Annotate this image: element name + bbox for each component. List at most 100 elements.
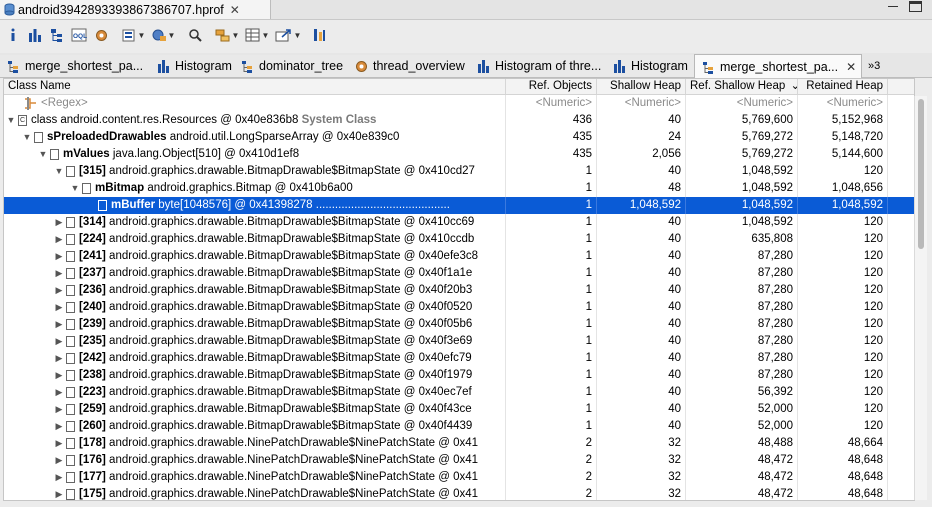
col-retained-heap[interactable]: Retained Heap [798, 79, 888, 94]
tab-thread-overview[interactable]: thread_overview [348, 55, 471, 77]
collapse-arrow-icon[interactable]: ▼ [22, 129, 32, 146]
tab-dominator-tree[interactable]: dominator_tree [234, 55, 349, 77]
retained-heap-value: 120 [798, 418, 888, 435]
object-icon [66, 421, 75, 432]
object-description: android.graphics.drawable.BitmapDrawable… [105, 369, 473, 381]
table-row[interactable]: ▶ [314] android.graphics.drawable.BitmapD… [4, 214, 914, 231]
shallow-filter-input[interactable]: <Numeric> [597, 95, 686, 112]
table-row[interactable]: ▼ mBitmap android.graphics.Bitmap @ 0x410… [4, 180, 914, 197]
object-icon [66, 217, 75, 228]
minimize-icon[interactable] [888, 1, 899, 10]
table-row[interactable]: ▶ [240] android.graphics.drawable.BitmapD… [4, 299, 914, 316]
expand-arrow-icon[interactable]: ▶ [54, 367, 64, 384]
expand-arrow-icon[interactable]: ▶ [54, 231, 64, 248]
expand-arrow-icon[interactable]: ▶ [54, 435, 64, 452]
ref-objects-value: 1 [506, 401, 597, 418]
maximize-icon[interactable] [909, 1, 922, 12]
table-row[interactable]: ▶ [238] android.graphics.drawable.BitmapD… [4, 367, 914, 384]
thread-overview-icon[interactable] [92, 25, 110, 45]
tab-histogram-1[interactable]: Histogram [150, 55, 235, 77]
expand-arrow-icon[interactable]: ▶ [54, 299, 64, 316]
tab-histogram-of-threads[interactable]: Histogram of thre... [470, 55, 607, 77]
ref-objects-value: 1 [506, 231, 597, 248]
shallow-heap-value: 40 [597, 333, 686, 350]
tab-merge-shortest-paths-1[interactable]: merge_shortest_pa... [0, 55, 151, 77]
run-report-icon[interactable]: ▼ [120, 25, 146, 45]
expand-arrow-icon[interactable]: ▶ [54, 486, 64, 500]
table-row[interactable]: ▶ [239] android.graphics.drawable.BitmapD… [4, 316, 914, 333]
close-icon[interactable]: ✕ [230, 3, 240, 17]
expand-arrow-icon[interactable]: ▶ [54, 316, 64, 333]
table-row[interactable]: ▼ Cclass android.content.res.Resources @ … [4, 112, 914, 129]
histogram-icon[interactable] [26, 25, 44, 45]
ref-objects-value: 1 [506, 265, 597, 282]
table-row[interactable]: ▶ [178] android.graphics.drawable.NinePat… [4, 435, 914, 452]
regex-filter-input[interactable]: <Regex> [4, 95, 506, 112]
table-row[interactable]: ▶ [235] android.graphics.drawable.BitmapD… [4, 333, 914, 350]
object-name: [241] android.graphics.drawable.BitmapDr… [79, 248, 504, 265]
query-browser-icon[interactable]: ▼ [150, 25, 176, 45]
table-row[interactable]: ▶ [224] android.graphics.drawable.BitmapD… [4, 231, 914, 248]
table-row[interactable]: ▶ [177] android.graphics.drawable.NinePat… [4, 469, 914, 486]
retained-heap-value: 120 [798, 214, 888, 231]
oql-icon[interactable]: OQL [70, 25, 88, 45]
collapse-arrow-icon[interactable]: ▼ [6, 112, 16, 129]
editor-tab[interactable]: android3942893393867386707.hprof ✕ [0, 0, 271, 19]
expand-arrow-icon[interactable]: ▶ [54, 333, 64, 350]
table-row[interactable]: ▶ [236] android.graphics.drawable.BitmapD… [4, 282, 914, 299]
field-name: [315] [79, 165, 106, 177]
object-icon [66, 234, 75, 245]
expand-arrow-icon[interactable]: ▶ [54, 248, 64, 265]
table-row[interactable]: ▶ [260] android.graphics.drawable.BitmapD… [4, 418, 914, 435]
collapse-arrow-icon[interactable]: ▼ [54, 163, 64, 180]
table-row[interactable]: ▶ [237] android.graphics.drawable.BitmapD… [4, 265, 914, 282]
table-row[interactable]: ▶ [223] android.graphics.drawable.BitmapD… [4, 384, 914, 401]
retained-filter-input[interactable]: <Numeric> [798, 95, 888, 112]
group-by-icon[interactable]: ▼ [214, 25, 240, 45]
table-row[interactable]: ▶ [242] android.graphics.drawable.BitmapD… [4, 350, 914, 367]
shallow-heap-value: 40 [597, 112, 686, 129]
ref-shallow-filter-input[interactable]: <Numeric> [686, 95, 798, 112]
scrollbar-thumb[interactable] [918, 99, 924, 249]
export-icon[interactable]: ▼ [274, 25, 302, 45]
col-ref-objects[interactable]: Ref. Objects [506, 79, 597, 94]
expand-arrow-icon[interactable]: ▶ [54, 350, 64, 367]
table-row[interactable]: ▼ sPreloadedDrawables android.util.LongSp… [4, 129, 914, 146]
vertical-scrollbar[interactable] [914, 96, 927, 500]
expand-arrow-icon[interactable]: ▶ [54, 418, 64, 435]
expand-arrow-icon[interactable]: ▶ [54, 469, 64, 486]
expand-arrow-icon[interactable]: ▶ [54, 401, 64, 418]
close-icon[interactable]: ✕ [846, 60, 856, 74]
dominator-tree-icon[interactable] [48, 25, 66, 45]
expand-arrow-icon[interactable]: ▶ [54, 282, 64, 299]
expand-arrow-icon[interactable]: ▶ [54, 384, 64, 401]
table-row[interactable]: ▼ mValues java.lang.Object[510] @ 0x410d1… [4, 146, 914, 163]
more-tabs-chevron[interactable]: »3 [862, 55, 912, 77]
col-shallow-heap[interactable]: Shallow Heap [597, 79, 686, 94]
expand-arrow-icon[interactable]: ▶ [54, 214, 64, 231]
table-row[interactable]: ▶ [176] android.graphics.drawable.NinePat… [4, 452, 914, 469]
expand-arrow-icon[interactable]: ▶ [54, 265, 64, 282]
collapse-arrow-icon[interactable]: ▼ [38, 146, 48, 163]
info-icon[interactable] [6, 25, 20, 45]
table-row[interactable]: ▼ [315] android.graphics.drawable.BitmapD… [4, 163, 914, 180]
col-class-name[interactable]: Class Name [4, 79, 506, 94]
retained-heap-value: 1,048,592 [798, 197, 888, 214]
object-description: android.graphics.drawable.BitmapDrawable… [105, 335, 473, 347]
ref-objects-value: 436 [506, 112, 597, 129]
ref-filter-input[interactable]: <Numeric> [506, 95, 597, 112]
tab-histogram-2[interactable]: Histogram [606, 55, 695, 77]
search-icon[interactable] [186, 25, 204, 45]
object-description: android.graphics.drawable.BitmapDrawable… [105, 165, 475, 177]
tab-merge-shortest-paths-active[interactable]: merge_shortest_pa... ✕ [694, 54, 862, 79]
col-ref-shallow-heap[interactable]: Ref. Shallow Heap ⌄ [686, 79, 798, 94]
table-row[interactable]: ▶ [241] android.graphics.drawable.BitmapD… [4, 248, 914, 265]
table-row[interactable]: mBuffer byte[1048576] @ 0x41398278 .....… [4, 197, 914, 214]
table-row[interactable]: ▶ [175] android.graphics.drawable.NinePat… [4, 486, 914, 500]
expand-arrow-icon[interactable]: ▶ [54, 452, 64, 469]
calculate-retained-icon[interactable]: ▼ [244, 25, 270, 45]
collapse-arrow-icon[interactable]: ▼ [70, 180, 80, 197]
histogram-icon [612, 59, 626, 73]
pin-icon[interactable] [310, 25, 328, 45]
table-row[interactable]: ▶ [259] android.graphics.drawable.BitmapD… [4, 401, 914, 418]
